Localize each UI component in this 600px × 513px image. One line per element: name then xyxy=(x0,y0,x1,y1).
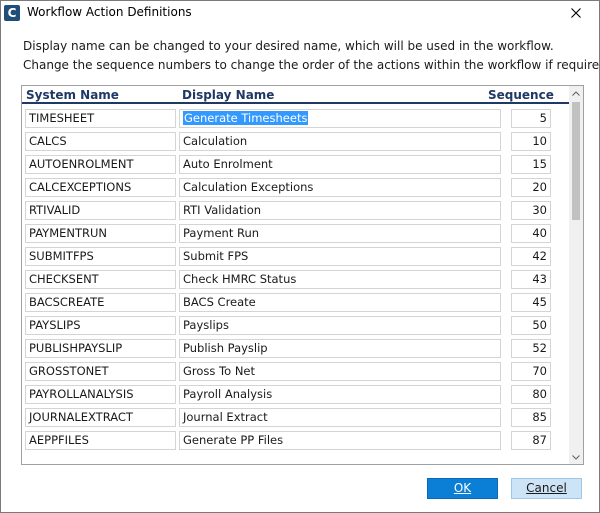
display-name-input[interactable]: Calculation xyxy=(179,132,501,151)
grid-header: System Name Display Name Sequence xyxy=(22,86,570,104)
display-name-input[interactable]: Check HMRC Status xyxy=(179,270,501,289)
system-name-cell: PAYMENTRUN xyxy=(25,224,176,243)
system-name-cell: CALCS xyxy=(25,132,176,151)
system-name-cell: PUBLISHPAYSLIP xyxy=(25,339,176,358)
close-button[interactable] xyxy=(553,1,599,25)
sequence-input[interactable]: 80 xyxy=(511,385,551,404)
column-header-sequence[interactable]: Sequence xyxy=(488,88,554,102)
instruction-line-2: Change the sequence numbers to change th… xyxy=(23,58,600,72)
table-row[interactable]: CALCS Calculation 10 xyxy=(22,130,570,153)
column-header-display-name[interactable]: Display Name xyxy=(182,88,274,102)
display-name-input[interactable]: Payroll Analysis xyxy=(179,385,501,404)
system-name-cell: CHECKSENT xyxy=(25,270,176,289)
window-title: Workflow Action Definitions xyxy=(27,5,192,19)
system-name-cell: TIMESHEET xyxy=(25,109,176,128)
display-name-input[interactable]: Generate PP Files xyxy=(179,431,501,450)
display-name-input[interactable]: RTI Validation xyxy=(179,201,501,220)
table-row[interactable]: PAYSLIPS Payslips 50 xyxy=(22,314,570,337)
sequence-input[interactable]: 20 xyxy=(511,178,551,197)
cancel-button[interactable]: Cancel xyxy=(511,478,582,499)
table-row[interactable]: SUBMITFPS Submit FPS 42 xyxy=(22,245,570,268)
app-logo-icon: C xyxy=(4,5,20,21)
display-name-input[interactable]: Calculation Exceptions xyxy=(179,178,501,197)
system-name-cell: CALCEXCEPTIONS xyxy=(25,178,176,197)
sequence-input[interactable]: 45 xyxy=(511,293,551,312)
sequence-input[interactable]: 43 xyxy=(511,270,551,289)
sequence-input[interactable]: 10 xyxy=(511,132,551,151)
table-row[interactable]: CHECKSENT Check HMRC Status 43 xyxy=(22,268,570,291)
sequence-input[interactable]: 50 xyxy=(511,316,551,335)
instructions: Display name can be changed to your desi… xyxy=(23,37,600,75)
sequence-input[interactable]: 52 xyxy=(511,339,551,358)
system-name-cell: BACSCREATE xyxy=(25,293,176,312)
selected-text: Generate Timesheets xyxy=(183,111,309,125)
title-bar: C Workflow Action Definitions xyxy=(1,1,599,25)
display-name-input[interactable]: Journal Extract xyxy=(179,408,501,427)
sequence-input[interactable]: 5 xyxy=(511,109,551,128)
scroll-down-button[interactable] xyxy=(569,450,583,464)
system-name-cell: PAYSLIPS xyxy=(25,316,176,335)
table-row[interactable]: JOURNALEXTRACT Journal Extract 85 xyxy=(22,406,570,429)
system-name-cell: RTIVALID xyxy=(25,201,176,220)
table-row[interactable]: RTIVALID RTI Validation 30 xyxy=(22,199,570,222)
sequence-input[interactable]: 15 xyxy=(511,155,551,174)
table-row[interactable]: TIMESHEET Generate Timesheets 5 xyxy=(22,107,570,130)
table-row[interactable]: BACSCREATE BACS Create 45 xyxy=(22,291,570,314)
sequence-input[interactable]: 87 xyxy=(511,431,551,450)
close-icon xyxy=(571,8,581,18)
display-name-input[interactable]: Submit FPS xyxy=(179,247,501,266)
display-name-input[interactable]: BACS Create xyxy=(179,293,501,312)
sequence-input[interactable]: 85 xyxy=(511,408,551,427)
instruction-line-1: Display name can be changed to your desi… xyxy=(23,39,554,53)
sequence-input[interactable]: 40 xyxy=(511,224,551,243)
actions-grid: System Name Display Name Sequence TIMESH… xyxy=(21,85,584,465)
display-name-input[interactable]: Auto Enrolment xyxy=(179,155,501,174)
system-name-cell: GROSSTONET xyxy=(25,362,176,381)
display-name-input[interactable]: Gross To Net xyxy=(179,362,501,381)
vertical-scrollbar[interactable] xyxy=(569,86,583,464)
ok-button[interactable]: OK xyxy=(427,478,498,499)
workflow-dialog: C Workflow Action Definitions Display na… xyxy=(0,0,600,513)
table-row[interactable]: AEPPFILES Generate PP Files 87 xyxy=(22,429,570,452)
table-row[interactable]: GROSSTONET Gross To Net 70 xyxy=(22,360,570,383)
scroll-up-button[interactable] xyxy=(569,86,583,100)
table-row[interactable]: PAYROLLANALYSIS Payroll Analysis 80 xyxy=(22,383,570,406)
sequence-input[interactable]: 30 xyxy=(511,201,551,220)
system-name-cell: AEPPFILES xyxy=(25,431,176,450)
table-row[interactable]: AUTOENROLMENT Auto Enrolment 15 xyxy=(22,153,570,176)
scrollbar-thumb[interactable] xyxy=(572,102,580,220)
column-header-system-name[interactable]: System Name xyxy=(26,88,119,102)
chevron-down-icon xyxy=(572,454,580,460)
table-row[interactable]: PUBLISHPAYSLIP Publish Payslip 52 xyxy=(22,337,570,360)
system-name-cell: PAYROLLANALYSIS xyxy=(25,385,176,404)
table-row[interactable]: PAYMENTRUN Payment Run 40 xyxy=(22,222,570,245)
display-name-input[interactable]: Payslips xyxy=(179,316,501,335)
system-name-cell: AUTOENROLMENT xyxy=(25,155,176,174)
system-name-cell: JOURNALEXTRACT xyxy=(25,408,176,427)
display-name-input[interactable]: Generate Timesheets xyxy=(179,109,501,128)
display-name-input[interactable]: Publish Payslip xyxy=(179,339,501,358)
sequence-input[interactable]: 42 xyxy=(511,247,551,266)
system-name-cell: SUBMITFPS xyxy=(25,247,176,266)
table-row[interactable]: CALCEXCEPTIONS Calculation Exceptions 20 xyxy=(22,176,570,199)
chevron-up-icon xyxy=(572,90,580,96)
sequence-input[interactable]: 70 xyxy=(511,362,551,381)
display-name-input[interactable]: Payment Run xyxy=(179,224,501,243)
